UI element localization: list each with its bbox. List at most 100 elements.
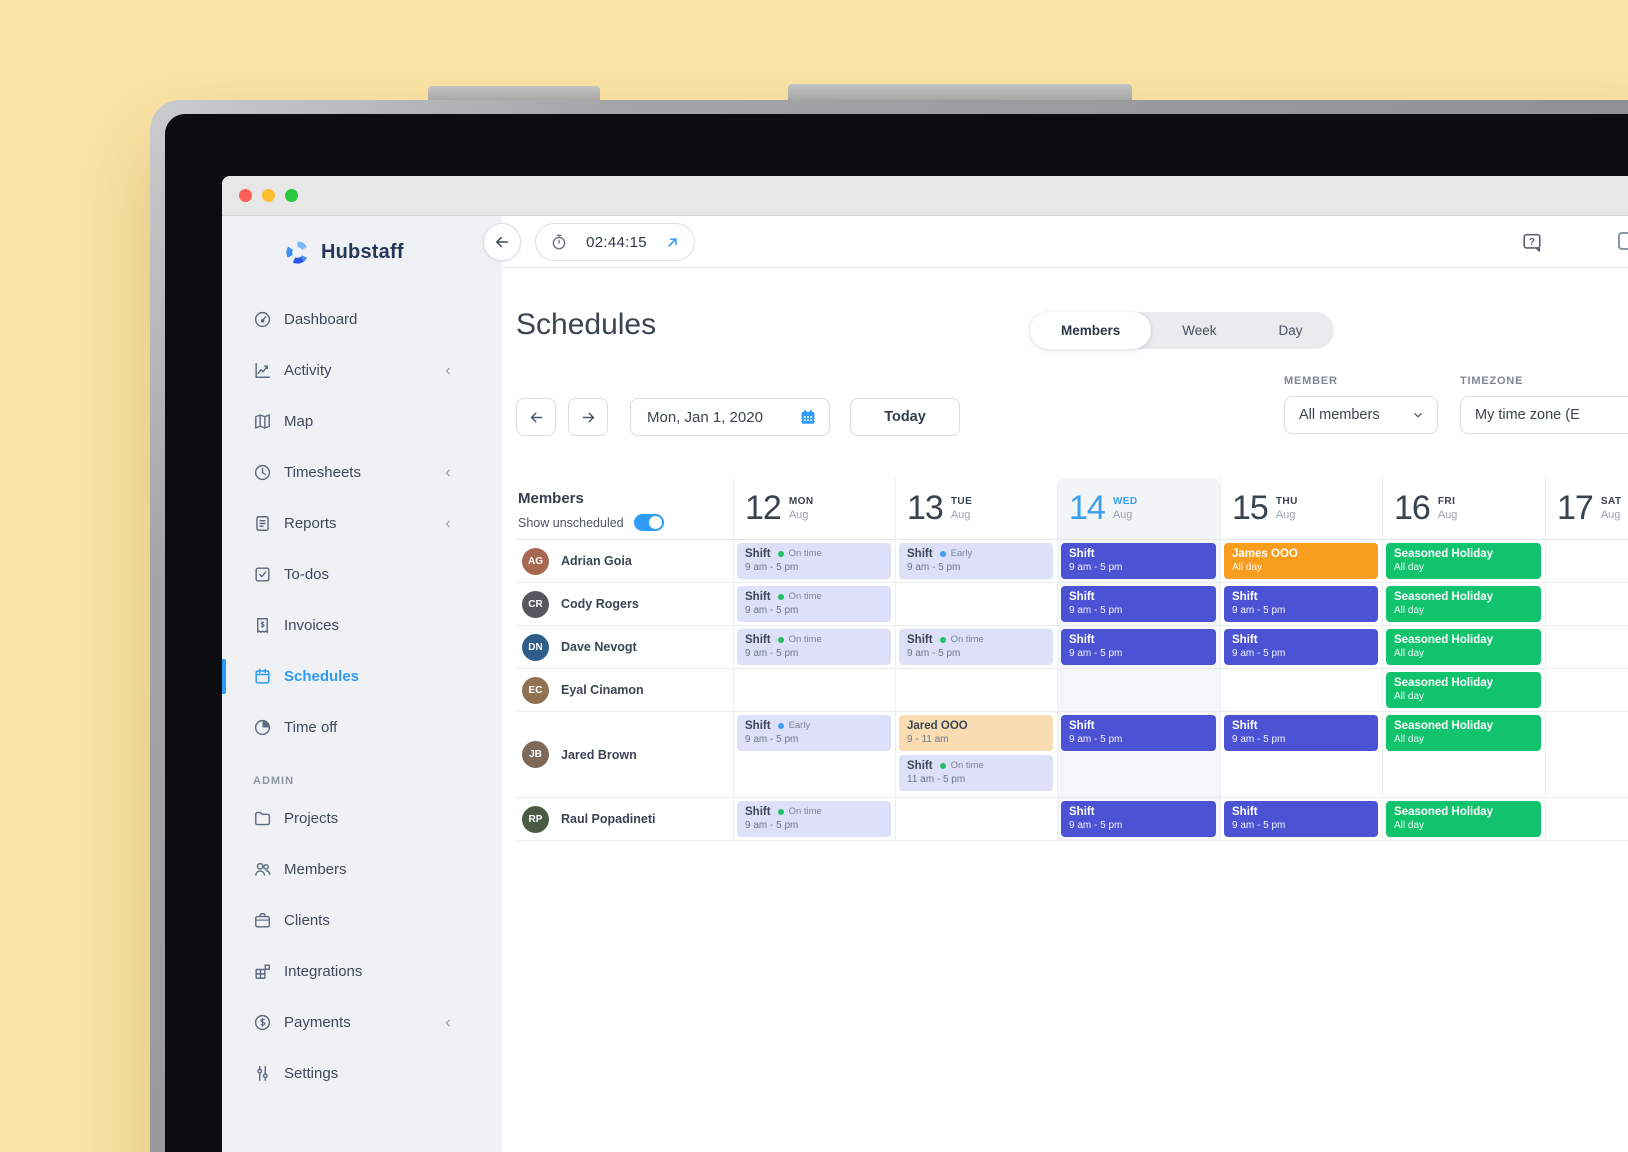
shift-card[interactable]: Seasoned Holiday All day xyxy=(1386,543,1541,579)
day-cell[interactable]: Shift On time 9 am - 5 pm xyxy=(733,798,895,841)
sidebar-item-projects[interactable]: Projects xyxy=(222,793,502,844)
shift-card[interactable]: Shift 9 am - 5 pm xyxy=(1224,629,1378,665)
sidebar-item-settings[interactable]: Settings xyxy=(222,1048,502,1099)
help-icon[interactable] xyxy=(1521,231,1543,253)
day-cell[interactable]: Seasoned Holiday All day xyxy=(1382,626,1545,669)
day-cell[interactable]: Seasoned Holiday All day xyxy=(1382,712,1545,798)
brand[interactable]: Hubstaff xyxy=(222,230,502,274)
day-cell[interactable] xyxy=(895,669,1057,712)
show-unscheduled-toggle[interactable] xyxy=(633,514,664,531)
date-picker[interactable]: Mon, Jan 1, 2020 xyxy=(630,398,830,436)
shift-card[interactable]: James OOO All day xyxy=(1224,543,1378,579)
shift-card[interactable]: Shift On time 9 am - 5 pm xyxy=(737,801,891,837)
day-cell[interactable]: Shift 9 am - 5 pm xyxy=(1220,798,1382,841)
day-cell[interactable]: Jared OOO 9 - 11 am Shift On time 11 am - 5 … xyxy=(895,712,1057,798)
day-cell[interactable] xyxy=(1545,669,1628,712)
sidebar-item-clients[interactable]: Clients xyxy=(222,895,502,946)
day-header-sat-17[interactable]: 17 SAT Aug xyxy=(1545,478,1628,540)
day-cell[interactable]: Seasoned Holiday All day xyxy=(1382,583,1545,626)
day-cell[interactable]: Shift 9 am - 5 pm xyxy=(1057,798,1220,841)
day-cell[interactable]: Shift On time 9 am - 5 pm xyxy=(895,626,1057,669)
day-cell[interactable]: Seasoned Holiday All day xyxy=(1382,540,1545,583)
day-cell[interactable]: James OOO All day xyxy=(1220,540,1382,583)
tab-day[interactable]: Day xyxy=(1248,312,1334,349)
sidebar-item-members[interactable]: Members xyxy=(222,844,502,895)
shift-card[interactable]: Shift Early 9 am - 5 pm xyxy=(899,543,1053,579)
day-cell[interactable] xyxy=(733,669,895,712)
shift-card[interactable]: Seasoned Holiday All day xyxy=(1386,629,1541,665)
day-cell[interactable]: Shift 9 am - 5 pm xyxy=(1057,540,1220,583)
shift-card[interactable]: Shift On time 11 am - 5 pm xyxy=(899,755,1053,791)
timezone-filter-label: TIMEZONE xyxy=(1460,375,1524,387)
day-cell[interactable]: Shift On time 9 am - 5 pm xyxy=(733,540,895,583)
sidebar-item-timesheets[interactable]: Timesheets xyxy=(222,447,502,498)
shift-card[interactable]: Shift 9 am - 5 pm xyxy=(1061,586,1216,622)
sidebar-item-invoices[interactable]: Invoices xyxy=(222,600,502,651)
shift-card[interactable]: Shift 9 am - 5 pm xyxy=(1061,629,1216,665)
minimize-window-button[interactable] xyxy=(262,189,275,202)
tab-week[interactable]: Week xyxy=(1151,312,1247,349)
day-cell[interactable]: Seasoned Holiday All day xyxy=(1382,798,1545,841)
sidebar-item-schedules[interactable]: Schedules xyxy=(222,651,502,702)
shift-card[interactable]: Shift 9 am - 5 pm xyxy=(1224,801,1378,837)
member-filter-select[interactable]: All members xyxy=(1284,396,1438,434)
day-cell[interactable] xyxy=(895,798,1057,841)
shift-card[interactable]: Seasoned Holiday All day xyxy=(1386,715,1541,751)
shift-card[interactable]: Seasoned Holiday All day xyxy=(1386,801,1541,837)
shift-card[interactable]: Seasoned Holiday All day xyxy=(1386,586,1541,622)
day-cell[interactable]: Shift 9 am - 5 pm xyxy=(1220,583,1382,626)
shift-card[interactable]: Shift 9 am - 5 pm xyxy=(1061,543,1216,579)
sidebar-item-todos[interactable]: To-dos xyxy=(222,549,502,600)
day-cell[interactable]: Shift 9 am - 5 pm xyxy=(1057,712,1220,798)
shift-card[interactable]: Shift On time 9 am - 5 pm xyxy=(737,586,891,622)
day-header-thu-15[interactable]: 15 THU Aug xyxy=(1220,478,1382,540)
sidebar-item-timeoff[interactable]: Time off xyxy=(222,702,502,753)
shift-card[interactable]: Jared OOO 9 - 11 am xyxy=(899,715,1053,751)
day-header-wed-14-current[interactable]: 14 WED Aug xyxy=(1057,478,1220,540)
shift-card[interactable]: Shift Early 9 am - 5 pm xyxy=(737,715,891,751)
shift-card[interactable]: Shift 9 am - 5 pm xyxy=(1061,801,1216,837)
day-cell[interactable]: Shift 9 am - 5 pm xyxy=(1057,626,1220,669)
day-cell[interactable] xyxy=(1545,712,1628,798)
day-cell[interactable]: Shift 9 am - 5 pm xyxy=(1220,712,1382,798)
sidebar-item-reports[interactable]: Reports xyxy=(222,498,502,549)
shift-card[interactable]: Shift On time 9 am - 5 pm xyxy=(899,629,1053,665)
day-cell[interactable]: Shift On time 9 am - 5 pm xyxy=(733,583,895,626)
shift-card[interactable]: Shift 9 am - 5 pm xyxy=(1224,586,1378,622)
shift-card[interactable]: Shift On time 9 am - 5 pm xyxy=(737,629,891,665)
day-header-fri-16[interactable]: 16 FRI Aug xyxy=(1382,478,1545,540)
timer-widget[interactable]: 02:44:15 xyxy=(535,223,695,261)
tab-members[interactable]: Members xyxy=(1030,312,1152,349)
day-cell[interactable] xyxy=(895,583,1057,626)
day-cell[interactable] xyxy=(1220,669,1382,712)
day-cell[interactable] xyxy=(1545,798,1628,841)
day-cell[interactable]: Shift 9 am - 5 pm xyxy=(1220,626,1382,669)
today-button[interactable]: Today xyxy=(850,398,960,436)
day-header-tue-13[interactable]: 13 TUE Aug xyxy=(895,478,1057,540)
close-window-button[interactable] xyxy=(239,189,252,202)
sidebar-item-integrations[interactable]: Integrations xyxy=(222,946,502,997)
day-cell[interactable]: Shift On time 9 am - 5 pm xyxy=(733,626,895,669)
sidebar-item-dashboard[interactable]: Dashboard xyxy=(222,294,502,345)
timezone-filter-select[interactable]: My time zone (E xyxy=(1460,396,1628,434)
next-period-button[interactable] xyxy=(568,398,608,436)
shift-card[interactable]: Shift 9 am - 5 pm xyxy=(1061,715,1216,751)
shift-card[interactable]: Shift 9 am - 5 pm xyxy=(1224,715,1378,751)
day-cell[interactable] xyxy=(1057,669,1220,712)
day-cell[interactable]: Shift 9 am - 5 pm xyxy=(1057,583,1220,626)
zoom-window-button[interactable] xyxy=(285,189,298,202)
day-cell[interactable]: Shift Early 9 am - 5 pm xyxy=(895,540,1057,583)
shift-card[interactable]: Shift On time 9 am - 5 pm xyxy=(737,543,891,579)
day-header-mon-12[interactable]: 12 MON Aug xyxy=(733,478,895,540)
day-cell[interactable]: Shift Early 9 am - 5 pm xyxy=(733,712,895,798)
sidebar-item-map[interactable]: Map xyxy=(222,396,502,447)
back-button[interactable] xyxy=(483,223,521,261)
day-cell[interactable]: Seasoned Holiday All day xyxy=(1382,669,1545,712)
day-cell[interactable] xyxy=(1545,583,1628,626)
day-cell[interactable] xyxy=(1545,626,1628,669)
shift-card[interactable]: Seasoned Holiday All day xyxy=(1386,672,1541,708)
sidebar-item-payments[interactable]: Payments xyxy=(222,997,502,1048)
day-cell[interactable] xyxy=(1545,540,1628,583)
sidebar-item-activity[interactable]: Activity xyxy=(222,345,502,396)
prev-period-button[interactable] xyxy=(516,398,556,436)
